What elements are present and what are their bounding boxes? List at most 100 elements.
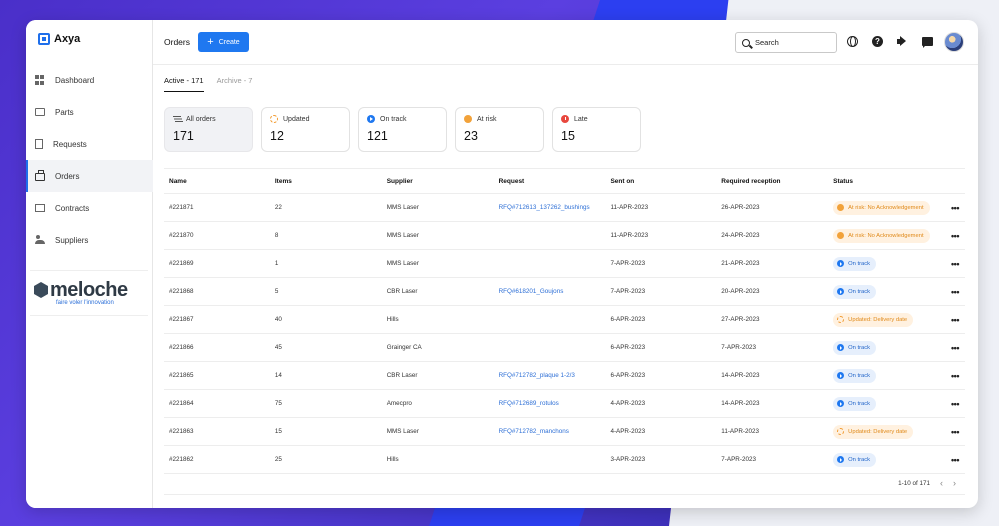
card-all-orders[interactable]: All orders 171 [164,107,253,152]
table-row[interactable]: #221865 14 CBR Laser RFQ#712782_plaque 1-2/… [164,362,965,390]
more-options-icon[interactable]: ••• [945,287,965,297]
order-items: 8 [274,232,279,239]
status-badge: On track [833,284,877,299]
order-request-link[interactable]: RFQ#712782_manchons [499,428,611,435]
card-label: On track [380,115,407,123]
contract-icon [35,204,45,212]
bag-icon [35,170,45,181]
sidebar-item-label: Dashboard [55,75,95,85]
order-request-link[interactable]: RFQ#618201_Goujons [499,288,611,295]
table-row[interactable]: #221869 1 MMS Laser 7-APR-2023 21-APR-2023 On… [164,250,965,278]
order-supplier: CBR Laser [386,288,418,295]
status-cards: All orders 171 Updated 12 On track 121 A… [164,107,641,152]
sidebar-nav: Dashboard Parts Requests Orders Contract… [26,64,153,256]
more-options-icon[interactable]: ••• [945,455,965,465]
column-header-name[interactable]: Name [164,178,275,185]
column-header-items[interactable]: Items [275,178,387,185]
order-name: #221865 [169,372,194,379]
sidebar-item-suppliers[interactable]: Suppliers [26,224,153,256]
table-row[interactable]: #221868 5 CBR Laser RFQ#618201_Goujons 7-APR… [164,278,965,306]
brand-tagline: faire voler l'innovation [56,300,114,306]
globe-icon[interactable] [847,36,858,47]
table-row[interactable]: #221864 75 Amecpro RFQ#712689_rotulos 4-APR-… [164,390,965,418]
filter-icon [173,115,181,123]
status-badge: On track [833,340,877,355]
sidebar-item-requests[interactable]: Requests [26,128,153,160]
card-at-risk[interactable]: At risk 23 [455,107,544,152]
sidebar-item-parts[interactable]: Parts [26,96,153,128]
help-icon[interactable]: ? [872,36,883,47]
sidebar-item-contracts[interactable]: Contracts [26,192,153,224]
table-row[interactable]: #221862 25 Hills 3-APR-2023 7-APR-2023 On tra… [164,446,965,474]
sidebar-item-dashboard[interactable]: Dashboard [26,64,153,96]
status-badge: At risk: No Acknowledgement [833,200,930,215]
order-sent-on: 11-APR-2023 [610,232,649,239]
updated-icon [837,316,845,323]
chat-icon[interactable] [922,37,933,48]
more-options-icon[interactable]: ••• [945,427,965,437]
more-options-icon[interactable]: ••• [945,315,965,325]
order-sent-on: 6-APR-2023 [610,316,646,323]
company-brand-logo: meloche faire voler l'innovation [30,270,148,316]
card-value: 23 [464,129,478,143]
status-text: At risk: No Acknowledgement [848,204,924,211]
column-header-request[interactable]: Request [499,178,611,185]
on-track-icon [837,372,845,379]
column-header-sent-on[interactable]: Sent on [610,178,721,185]
card-on-track[interactable]: On track 121 [358,107,447,152]
order-request-link[interactable]: RFQ#712613_137262_bushings [499,204,611,211]
sidebar-item-label: Requests [53,139,87,149]
card-value: 15 [561,129,575,143]
more-options-icon[interactable]: ••• [945,231,965,241]
status-badge: On track [833,452,877,467]
tab-archive[interactable]: Archive - 7 [217,76,253,92]
column-header-status[interactable]: Status [833,178,945,185]
order-required-reception: 14-APR-2023 [721,372,760,379]
table-row[interactable]: #221863 15 MMS Laser RFQ#712782_manchons 4-A… [164,418,965,446]
updated-icon [837,428,845,435]
card-label: Late [574,115,588,123]
order-supplier: Hills [386,316,399,323]
table-row[interactable]: #221870 8 MMS Laser 11-APR-2023 24-APR-2023 A… [164,222,965,250]
app-logo[interactable]: Axya [38,33,80,45]
status-text: Updated: Delivery date [848,428,908,435]
more-options-icon[interactable]: ••• [945,371,965,381]
at-risk-icon [464,115,472,123]
order-sent-on: 6-APR-2023 [610,344,646,351]
order-required-reception: 26-APR-2023 [721,204,760,211]
top-header: Orders + Create ? [153,20,978,65]
order-name: #221864 [169,400,194,407]
status-badge: On track [833,256,877,271]
column-header-supplier[interactable]: Supplier [387,178,499,185]
chevron-right-icon[interactable]: › [953,478,956,488]
card-updated[interactable]: Updated 12 [261,107,350,152]
table-row[interactable]: #221866 45 Grainger CA 6-APR-2023 7-APR-2023… [164,334,965,362]
order-sent-on: 7-APR-2023 [610,288,646,295]
updated-icon [270,115,278,123]
column-header-required-reception[interactable]: Required reception [721,178,833,185]
more-options-icon[interactable]: ••• [945,203,965,213]
chevron-left-icon[interactable]: ‹ [940,478,943,488]
more-options-icon[interactable]: ••• [945,259,965,269]
order-items: 40 [274,316,282,323]
table-row[interactable]: #221871 22 MMS Laser RFQ#712613_137262_bush… [164,194,965,222]
order-items: 75 [274,400,282,407]
create-button[interactable]: + Create [197,32,249,52]
status-badge: On track [833,368,877,383]
more-options-icon[interactable]: ••• [945,399,965,409]
order-supplier: Grainger CA [386,344,422,351]
avatar[interactable] [944,32,964,52]
on-track-icon [837,344,845,351]
sidebar-item-label: Parts [55,107,74,117]
tab-active[interactable]: Active - 171 [164,76,204,92]
search-box[interactable] [735,32,837,53]
more-options-icon[interactable]: ••• [945,343,965,353]
megaphone-icon[interactable] [897,36,908,47]
order-required-reception: 7-APR-2023 [721,456,756,463]
order-request-link[interactable]: RFQ#712689_rotulos [499,400,611,407]
order-request-link[interactable]: RFQ#712782_plaque 1-2/3 [499,372,611,379]
sidebar-item-orders[interactable]: Orders [26,160,153,192]
table-row[interactable]: #221867 40 Hills 6-APR-2023 27-APR-2023 Updat… [164,306,965,334]
search-input[interactable] [755,38,825,47]
card-late[interactable]: Late 15 [552,107,641,152]
